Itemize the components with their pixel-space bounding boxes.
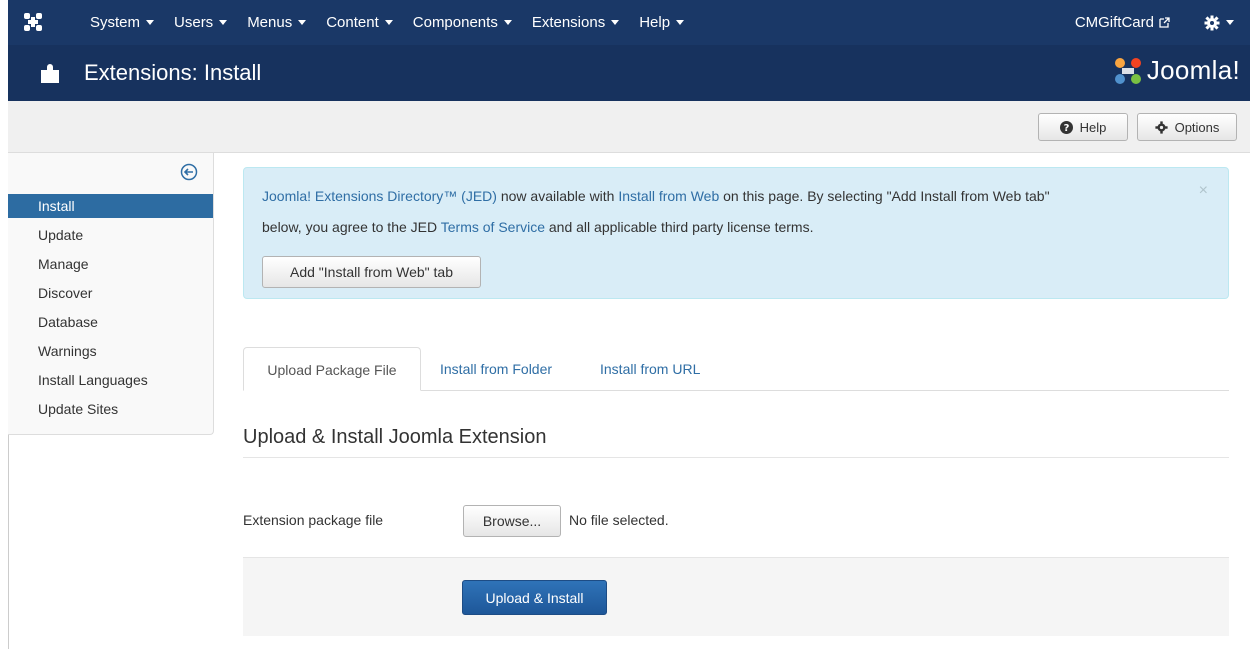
joomla-logo: Joomla! xyxy=(1113,55,1240,86)
package-file-label: Extension package file xyxy=(243,512,384,528)
menu-label: Components xyxy=(412,14,498,31)
joomla-mark-icon[interactable] xyxy=(22,11,44,33)
install-tabs: Upload Package File Install from Folder … xyxy=(243,347,1229,391)
jed-alert: Joomla! Extensions Directory™ (JED) now … xyxy=(243,167,1229,299)
chevron-down-icon xyxy=(219,20,228,25)
install-from-web-link[interactable]: Install from Web xyxy=(618,188,719,204)
options-button[interactable]: Options xyxy=(1137,113,1237,141)
menu-content[interactable]: Content xyxy=(326,14,393,31)
sidebar-item-update[interactable]: Update xyxy=(8,221,213,250)
menu-components[interactable]: Components xyxy=(413,14,512,31)
svg-text:?: ? xyxy=(1063,123,1069,134)
sidebar-item-database[interactable]: Database xyxy=(8,308,213,337)
collapse-sidebar-icon[interactable] xyxy=(180,163,198,181)
sidebar-item-manage[interactable]: Manage xyxy=(8,250,213,279)
tab-install-from-folder[interactable]: Install from Folder xyxy=(440,347,552,391)
joomla-logo-icon xyxy=(1114,57,1141,84)
alert-text: on this page. By selecting "Add Install … xyxy=(719,188,1050,204)
form-actions: Upload & Install xyxy=(243,557,1229,636)
tab-upload-package-file[interactable]: Upload Package File xyxy=(243,347,421,391)
top-navbar: System Users Menus Content Components Ex… xyxy=(8,0,1250,45)
gear-icon xyxy=(1155,120,1168,134)
alert-text: and all applicable third party license t… xyxy=(545,219,814,235)
menu-label: Users xyxy=(174,14,214,31)
upload-install-button[interactable]: Upload & Install xyxy=(462,580,607,615)
gear-icon xyxy=(1204,15,1220,30)
menu-label: Extensions xyxy=(531,14,606,31)
close-icon[interactable]: × xyxy=(1199,182,1208,200)
navbar-right: CMGiftCard xyxy=(1075,0,1234,45)
menu-system[interactable]: System xyxy=(90,14,155,31)
terms-of-service-link[interactable]: Terms of Service xyxy=(441,219,545,235)
menu-label: Content xyxy=(326,14,379,31)
page-title: Extensions: Install xyxy=(84,60,262,85)
alert-line-2: below, you agree to the JED Terms of Ser… xyxy=(262,219,813,235)
chevron-down-icon xyxy=(384,20,393,25)
chevron-down-icon xyxy=(1226,20,1234,25)
menu-users[interactable]: Users xyxy=(174,14,228,31)
sidebar-item-discover[interactable]: Discover xyxy=(8,279,213,308)
brand-name: Joomla! xyxy=(1146,55,1240,85)
sidebar-item-install[interactable]: Install xyxy=(8,194,213,218)
chevron-down-icon xyxy=(676,20,685,25)
help-label: Help xyxy=(1079,119,1107,135)
sidebar: Install Update Manage Discover Database … xyxy=(8,153,214,435)
chevron-down-icon xyxy=(298,20,307,25)
chevron-down-icon xyxy=(146,20,155,25)
alert-line-1: Joomla! Extensions Directory™ (JED) now … xyxy=(262,188,1050,204)
sidebar-menu: Install Update Manage Discover Database … xyxy=(8,194,213,424)
file-status: No file selected. xyxy=(569,512,669,528)
menu-menus[interactable]: Menus xyxy=(247,14,307,31)
page-header: Extensions: Install Joomla! xyxy=(8,45,1250,101)
alert-text: below, you agree to the JED xyxy=(262,219,441,235)
sidebar-item-update-sites[interactable]: Update Sites xyxy=(8,395,213,424)
external-link-icon xyxy=(1159,17,1170,28)
chevron-down-icon xyxy=(503,20,512,25)
user-settings-menu[interactable] xyxy=(1204,15,1234,31)
jed-link[interactable]: Joomla! Extensions Directory™ (JED) xyxy=(262,188,497,204)
sidebar-item-install-languages[interactable]: Install Languages xyxy=(8,366,213,395)
options-label: Options xyxy=(1174,119,1220,135)
section-title: Upload & Install Joomla Extension xyxy=(243,426,547,448)
page-divider xyxy=(8,435,9,649)
browse-button[interactable]: Browse... xyxy=(463,505,561,537)
divider xyxy=(243,457,1229,458)
site-name: CMGiftCard xyxy=(1074,14,1154,31)
toolbar: ? Help Options xyxy=(8,101,1250,153)
menu-help[interactable]: Help xyxy=(639,14,685,31)
main-menu: System Users Menus Content Components Ex… xyxy=(90,0,704,45)
help-button[interactable]: ? Help xyxy=(1038,113,1128,141)
menu-label: Help xyxy=(639,14,671,31)
tab-install-from-url[interactable]: Install from URL xyxy=(600,347,700,391)
chevron-down-icon xyxy=(611,20,620,25)
menu-label: Menus xyxy=(247,14,293,31)
site-link[interactable]: CMGiftCard xyxy=(1075,14,1170,31)
menu-extensions[interactable]: Extensions xyxy=(531,14,620,31)
puzzle-icon xyxy=(41,64,59,83)
alert-text: now available with xyxy=(496,188,619,204)
question-icon: ? xyxy=(1059,120,1073,134)
add-install-from-web-button[interactable]: Add "Install from Web" tab xyxy=(262,256,481,288)
sidebar-item-warnings[interactable]: Warnings xyxy=(8,337,213,366)
menu-label: System xyxy=(90,14,141,31)
